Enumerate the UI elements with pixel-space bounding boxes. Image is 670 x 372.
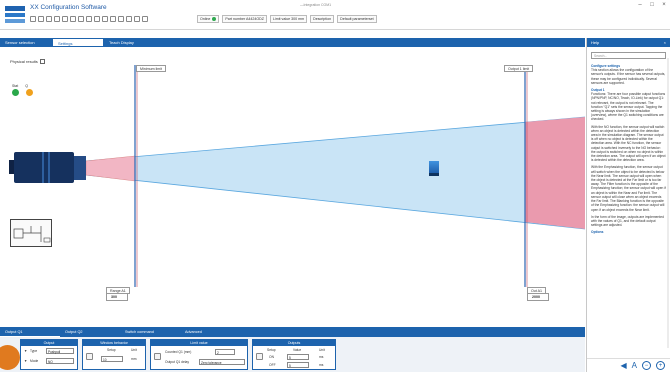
counted-q1-stepper[interactable]: 2 [215,349,235,355]
new-file-icon[interactable] [30,15,36,22]
help-scrollbar[interactable] [667,58,669,348]
close-help-icon[interactable]: × [664,40,666,45]
arrow-left-icon[interactable]: ◀ [621,361,627,370]
help-search-input[interactable]: Search... [591,52,666,59]
detection-beam [85,65,585,287]
app-title: XX Configuration Software [30,4,107,11]
far-limit-label: Output 1 limit [504,65,534,72]
simulation-stage: Physical results Stat Q Minimum limit Ou… [0,47,585,327]
grid-icon[interactable] [102,15,108,22]
download-icon[interactable] [86,15,92,22]
help-footer: ◀ A − + [587,358,670,372]
status-bar: Online Part number A4424ODZ Limit value … [197,15,377,24]
settings-icon[interactable] [78,15,84,22]
window-value-stepper[interactable]: 10 [101,356,123,362]
sensor-body [14,152,74,183]
help-panel: Help × Search... Configure settings This… [586,38,670,372]
limit-value: Limit value 300 mm [269,15,308,24]
output-delay-select[interactable]: Zero tolerance [199,359,245,365]
tab-teach-display[interactable]: Teach Display [104,38,156,47]
settings-panel: Output ▼ Type Pushpull ▼ Mode NO Window … [0,337,585,372]
print-icon[interactable] [54,15,60,22]
help-icon[interactable] [142,15,148,22]
tab-sensor-selection[interactable]: Sensor selection [0,38,52,47]
help-title: Help [591,40,600,45]
tab-output-q2[interactable]: Output Q2 [60,327,120,337]
far-zone [525,117,585,229]
default-paramset[interactable]: Default parameterset [337,15,377,24]
chart-icon[interactable] [118,15,124,22]
open-folder-icon[interactable] [38,15,44,22]
main-tabs: Sensor selection Settings Teach Display [0,38,585,47]
description-field[interactable]: Description [310,15,335,24]
info-icon[interactable] [126,15,132,22]
window-icon [86,353,93,360]
window-group: Window behavior Setup Unit 10 mm [82,339,146,370]
redo-icon[interactable] [70,15,76,22]
close-icon[interactable]: × [659,2,669,8]
refresh-icon[interactable] [110,15,116,22]
minimize-icon[interactable]: – [635,2,645,8]
on-delay-stepper[interactable]: 5 [287,354,309,360]
file-name: —Integration COM1 [300,3,332,7]
sensor-head [74,156,86,180]
output-type-select[interactable]: Pushpull [46,348,74,354]
toolbar [30,14,148,23]
near-blind-zone [85,155,136,182]
tab-settings[interactable]: Settings [52,38,104,47]
bottom-tabs: Output Q1 Output Q2 Switch command Advan… [0,327,585,337]
tab-output-q1[interactable]: Output Q1 [0,327,60,337]
outputs-icon [256,353,263,360]
zoom-in-icon[interactable]: + [656,361,665,370]
save-icon[interactable] [46,15,52,22]
app-logo [5,6,25,24]
output-group: Output ▼ Type Pushpull ▼ Mode NO [20,339,78,370]
wiring-diagram-icon [10,219,52,247]
undo-icon[interactable] [62,15,68,22]
far-bottom-value[interactable]: 2000 [527,293,549,301]
output-mode-select[interactable]: NO [46,358,74,364]
beam-zone [85,116,585,230]
title-bar: XX Configuration Software —Integration C… [0,0,670,30]
limit-icon [154,353,161,360]
outputs-group: Outputs Setup Value Unit ON 5 ms OFF 5 m… [252,339,336,370]
near-bottom-value[interactable]: 300 [106,293,128,301]
app-window: XX Configuration Software —Integration C… [0,0,670,372]
font-size-icon[interactable]: A [632,361,637,370]
upload-icon[interactable] [94,15,100,22]
near-limit-label: Minimum limit [136,65,166,72]
maximize-icon[interactable]: □ [647,2,657,8]
zoom-out-icon[interactable]: − [642,361,651,370]
online-status: Online [197,15,220,24]
lock-icon[interactable] [134,15,140,22]
part-number: Part number A4424ODZ [222,15,267,24]
off-delay-stepper[interactable]: 5 [287,362,309,368]
tab-switch-command[interactable]: Switch command [120,327,180,337]
limit-value-group: Limit value Counted Q1 (mm) 2 Output Q1 … [150,339,248,370]
tab-advanced[interactable]: Advanced [180,327,240,337]
